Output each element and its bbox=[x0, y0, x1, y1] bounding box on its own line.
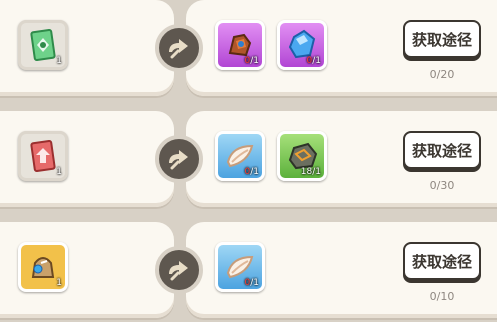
upgrade-row-2: 1 0/1 18/1 获取途径 0/30 bbox=[0, 111, 497, 208]
item-count: 1 bbox=[56, 167, 62, 177]
source-item-slot[interactable]: 1 bbox=[18, 242, 68, 292]
convert-arrow-icon bbox=[155, 24, 203, 72]
material-count: 0/1 bbox=[244, 56, 260, 66]
get-source-button[interactable]: 获取途径 bbox=[403, 20, 481, 58]
material-slot[interactable]: 0/1 bbox=[215, 242, 265, 292]
item-count: 1 bbox=[56, 56, 62, 66]
material-slot[interactable]: 18/1 bbox=[277, 131, 327, 181]
material-count: 18/1 bbox=[300, 167, 321, 177]
material-count: 0/1 bbox=[244, 167, 260, 177]
material-count: 0/1 bbox=[306, 56, 322, 66]
convert-arrow-icon bbox=[155, 246, 203, 294]
progress-text: 0/20 bbox=[429, 68, 455, 81]
material-slot[interactable]: 0/1 bbox=[277, 20, 327, 70]
material-slot[interactable]: 0/1 bbox=[215, 131, 265, 181]
convert-arrow-icon bbox=[155, 135, 203, 183]
item-count: 1 bbox=[56, 278, 62, 288]
material-count: 0/1 bbox=[244, 278, 260, 288]
source-item-slot[interactable]: 1 bbox=[18, 20, 68, 70]
upgrade-row-3: 1 0/1 获取途径 0/10 bbox=[0, 222, 497, 319]
progress-text: 0/10 bbox=[429, 290, 455, 303]
get-source-button[interactable]: 获取途径 bbox=[403, 131, 481, 169]
upgrade-row-1: 1 0/1 0/1 获取途径 0/20 bbox=[0, 0, 497, 97]
progress-text: 0/30 bbox=[429, 179, 455, 192]
material-slot[interactable]: 0/1 bbox=[215, 20, 265, 70]
source-item-slot[interactable]: 1 bbox=[18, 131, 68, 181]
get-source-button[interactable]: 获取途径 bbox=[403, 242, 481, 280]
